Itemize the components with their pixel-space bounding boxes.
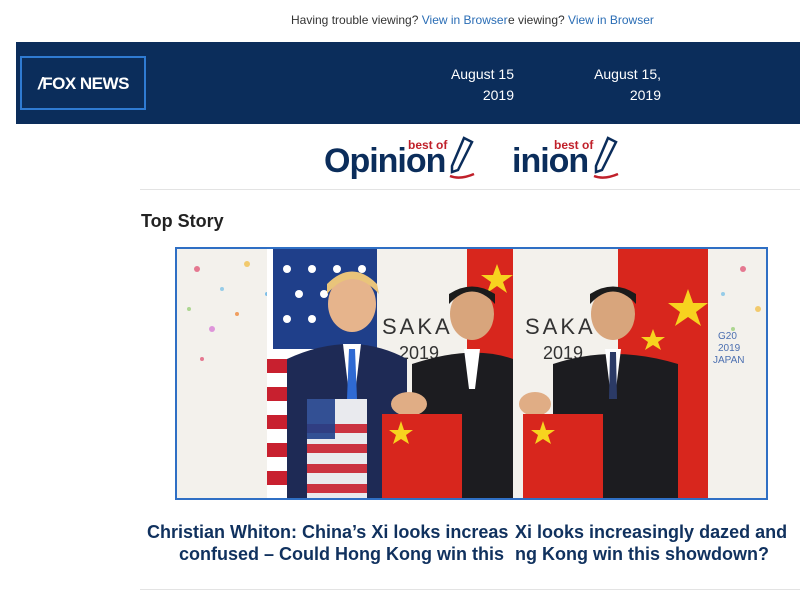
trouble-viewing-text: Having trouble viewing? (291, 13, 422, 27)
leaders-handshake-image-duplicate: SAKA 2019 G20 2019 JAPAN (513, 249, 766, 498)
pen-icon (449, 136, 475, 179)
date-label-b: August 15, 2019 (576, 64, 661, 106)
trouble-viewing-segment-a: Having trouble viewing? View in Browser (291, 13, 514, 27)
date-line-month: August 15 (450, 66, 514, 82)
svg-text:SAKA: SAKA (525, 314, 596, 339)
best-of-opinion-logo: Opinion best of (320, 134, 512, 186)
best-of-opinion-logo-duplicate: inion best of (512, 134, 622, 186)
pen-icon (593, 136, 619, 179)
fox-news-logo-link[interactable]: /FOX NEWS (20, 56, 146, 110)
divider (140, 589, 800, 590)
logo-text: FOX NEWS (42, 74, 129, 93)
divider (140, 189, 800, 190)
best-of-label: best of (554, 138, 594, 152)
top-story-headline-link[interactable]: Christian Whiton: China’s Xi looks incre… (147, 521, 515, 565)
date-line-year: 2019 (629, 87, 661, 103)
svg-text:G20: G20 (718, 331, 737, 342)
headline-line: ng Kong win this showdown? (515, 544, 769, 564)
trouble-viewing-segment-b: e viewing? View in Browser (508, 13, 668, 27)
headline-line: confused – Could Hong Kong win this (179, 544, 504, 564)
svg-text:SAKA: SAKA (382, 314, 453, 339)
date-line-year: 2019 (482, 87, 514, 103)
fox-news-logo: /FOX NEWS (38, 74, 129, 94)
header-bar: /FOX NEWS August 15 2019 August 15, 2019 (16, 42, 800, 124)
svg-text:2019: 2019 (718, 343, 741, 354)
view-in-browser-link[interactable]: View in Browser (422, 13, 508, 27)
view-in-browser-bar: Having trouble viewing? View in Browser … (0, 13, 800, 29)
date-label-a: August 15 2019 (436, 64, 514, 106)
top-story-headline-link-duplicate[interactable]: Xi looks increasingly dazed and ng Kong … (515, 521, 800, 565)
photo-right-half: SAKA 2019 G20 2019 JAPAN (513, 249, 766, 498)
headline-line: Xi looks increasingly dazed and (515, 522, 788, 542)
view-in-browser-link[interactable]: View in Browser (568, 13, 654, 27)
date-line-month: August 15, (594, 66, 661, 82)
best-of-label: best of (408, 138, 448, 152)
leaders-handshake-image: SAKA 2019 (177, 249, 513, 498)
svg-text:JAPAN: JAPAN (713, 355, 745, 366)
headline-line: Christian Whiton: China’s Xi looks incre… (147, 522, 509, 542)
top-story-image[interactable]: SAKA 2019 SAKA 2019 G20 2019 JAPAN (175, 247, 768, 500)
trouble-viewing-text: e viewing? (508, 13, 569, 27)
section-title: Top Story (141, 211, 224, 231)
photo-left-half: SAKA 2019 (177, 249, 513, 498)
